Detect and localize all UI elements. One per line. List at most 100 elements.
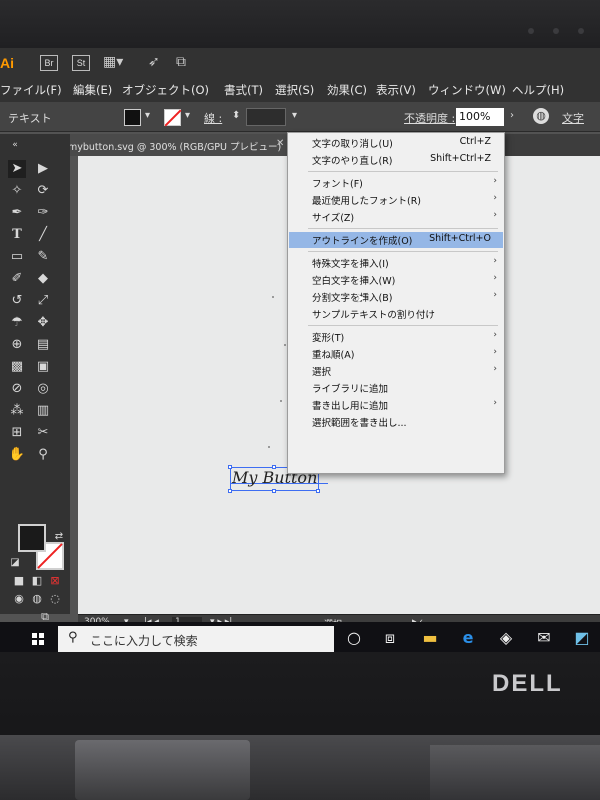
fill-dropdown-icon[interactable]: ▾ (145, 110, 150, 121)
ctx-export-selection[interactable]: 選択範囲を書き出し... (289, 414, 503, 430)
rectangle-tool-icon[interactable]: ▭ (8, 248, 26, 266)
selection-handle[interactable] (272, 489, 276, 493)
ctx-insert-break[interactable]: 分割文字を挿入(B) › (289, 289, 503, 305)
selection-tool-icon[interactable]: ➤ (8, 160, 26, 178)
ctx-item-label: フォント(F) (312, 179, 363, 190)
shape-builder-tool-icon[interactable]: ⊕ (8, 336, 26, 354)
ctx-item-label: 文字のやり直し(R) (312, 156, 393, 167)
menu-select[interactable]: 選択(S) (275, 82, 314, 98)
swap-colors-icon[interactable]: ⇄ (50, 528, 68, 546)
menu-file[interactable]: ファイル(F) (0, 82, 62, 98)
opacity-field[interactable]: 100% (456, 108, 504, 126)
menu-help[interactable]: ヘルプ(H) (512, 82, 564, 98)
draw-behind-icon[interactable]: ◍ (28, 590, 46, 608)
fill-color-box[interactable] (18, 524, 46, 552)
stroke-weight-stepper[interactable]: ⬍ (232, 110, 240, 121)
slice-tool-icon[interactable]: ✂ (34, 424, 52, 442)
column-graph-tool-icon[interactable]: ▥ (34, 402, 52, 420)
ctx-recent-fonts[interactable]: 最近使用したフォント(R) › (289, 192, 503, 208)
draw-inside-icon[interactable]: ◌ (46, 590, 64, 608)
menu-edit[interactable]: 編集(E) (73, 82, 112, 98)
gradient-tool-icon[interactable]: ▣ (34, 358, 52, 376)
character-panel-link[interactable]: 文字 (562, 110, 584, 126)
draw-normal-icon[interactable]: ◉ (10, 590, 28, 608)
none-mode-icon[interactable]: ⊠ (46, 572, 64, 590)
workspace-switcher-icon[interactable]: ▦▾ (103, 54, 123, 70)
recolor-globe-icon[interactable]: ◍ (533, 108, 549, 124)
mail-icon[interactable]: ✉ (534, 628, 554, 648)
arrange-documents-icon[interactable]: ⧉ (176, 54, 186, 70)
selection-handle[interactable] (228, 489, 232, 493)
ctx-insert-special-char[interactable]: 特殊文字を挿入(I) › (289, 255, 503, 271)
line-tool-icon[interactable]: ╱ (34, 226, 52, 244)
ctx-redo-type[interactable]: 文字のやり直し(R) Shift+Ctrl+Z (289, 152, 503, 168)
stroke-weight-dropdown-icon[interactable]: ▾ (292, 110, 297, 121)
direct-selection-tool-icon[interactable]: ▶ (34, 160, 52, 178)
ctx-add-to-library[interactable]: ライブラリに追加 (289, 380, 503, 396)
fill-swatch[interactable] (124, 109, 141, 126)
ctx-create-outlines[interactable]: アウトラインを作成(O) Shift+Ctrl+O (289, 232, 503, 248)
document-tab[interactable]: mybutton.svg @ 300% (RGB/GPU プレビュー) ✕ (60, 134, 290, 156)
zoom-tool-icon[interactable]: ⚲ (34, 446, 52, 464)
default-colors-icon[interactable]: ◪ (6, 554, 24, 572)
opacity-label[interactable]: 不透明度 : (404, 110, 455, 126)
free-transform-tool-icon[interactable]: ✥ (34, 314, 52, 332)
ctx-select[interactable]: 選択 › (289, 363, 503, 379)
magic-wand-tool-icon[interactable]: ✧ (8, 182, 26, 200)
ctx-transform[interactable]: 変形(T) › (289, 329, 503, 345)
scale-tool-icon[interactable]: ⤢ (34, 292, 52, 310)
file-explorer-icon[interactable]: ▬ (420, 628, 440, 648)
ctx-undo-type[interactable]: 文字の取り消し(U) Ctrl+Z (289, 135, 503, 151)
close-icon[interactable]: ✕ (276, 138, 284, 149)
stock-button[interactable]: St (72, 55, 90, 71)
ctx-font[interactable]: フォント(F) › (289, 175, 503, 191)
selection-handle[interactable] (316, 489, 320, 493)
collapse-panel-icon[interactable]: « (6, 136, 24, 154)
ctx-size[interactable]: サイズ(Z) › (289, 209, 503, 225)
eyedropper-tool-icon[interactable]: ⊘ (8, 380, 26, 398)
eraser-tool-icon[interactable]: ◆ (34, 270, 52, 288)
symbol-sprayer-tool-icon[interactable]: ⁂ (8, 402, 26, 420)
stroke-swatch[interactable] (164, 109, 181, 126)
mesh-tool-icon[interactable]: ▩ (8, 358, 26, 376)
curvature-tool-icon[interactable]: ✑ (34, 204, 52, 222)
bridge-button[interactable]: Br (40, 55, 58, 71)
menu-effect[interactable]: 効果(C) (327, 82, 367, 98)
color-mode-icon[interactable]: ■ (10, 572, 28, 590)
paintbrush-tool-icon[interactable]: ✎ (34, 248, 52, 266)
ctx-arrange[interactable]: 重ね順(A) › (289, 346, 503, 362)
menu-object[interactable]: オブジェクト(O) (122, 82, 209, 98)
menu-type[interactable]: 書式(T) (224, 82, 263, 98)
start-button[interactable] (32, 633, 44, 645)
menu-view[interactable]: 表示(V) (376, 82, 416, 98)
edge-browser-icon[interactable]: e (458, 628, 478, 648)
store-icon[interactable]: ◈ (496, 628, 516, 648)
ctx-fill-placeholder-text[interactable]: サンプルテキストの割り付け (289, 306, 503, 322)
menu-window[interactable]: ウィンドウ(W) (428, 82, 506, 98)
canvas-dot (280, 400, 282, 402)
selection-type-label: テキスト (8, 112, 52, 125)
ctx-collect-for-export[interactable]: 書き出し用に追加 › (289, 397, 503, 413)
ctx-item-label: 分割文字を挿入(B) (312, 293, 393, 304)
gradient-mode-icon[interactable]: ◧ (28, 572, 46, 590)
type-tool-icon[interactable]: T (8, 226, 26, 244)
warp-tool-icon[interactable]: ☂ (8, 314, 26, 332)
task-view-icon[interactable]: ⧈ (380, 628, 400, 648)
blend-tool-icon[interactable]: ◎ (34, 380, 52, 398)
cortana-icon[interactable]: ○ (344, 628, 364, 648)
app-icon[interactable]: ◩ (572, 628, 592, 648)
gpu-rocket-icon[interactable]: ➶ (148, 54, 160, 70)
ctx-insert-whitespace[interactable]: 空白文字を挿入(W) › (289, 272, 503, 288)
rotate-tool-icon[interactable]: ↺ (8, 292, 26, 310)
lasso-tool-icon[interactable]: ⟳ (34, 182, 52, 200)
artboard-tool-icon[interactable]: ⊞ (8, 424, 26, 442)
perspective-grid-tool-icon[interactable]: ▤ (34, 336, 52, 354)
stroke-weight-field[interactable] (246, 108, 286, 126)
shaper-tool-icon[interactable]: ✐ (8, 270, 26, 288)
opacity-arrow-icon[interactable]: › (510, 110, 514, 121)
taskbar-search-box[interactable]: ⚲ ここに入力して検索 (58, 626, 334, 652)
stroke-dropdown-icon[interactable]: ▾ (185, 110, 190, 121)
pen-tool-icon[interactable]: ✒ (8, 204, 26, 222)
hand-tool-icon[interactable]: ✋ (8, 446, 26, 464)
stroke-label[interactable]: 線 : (204, 110, 222, 126)
